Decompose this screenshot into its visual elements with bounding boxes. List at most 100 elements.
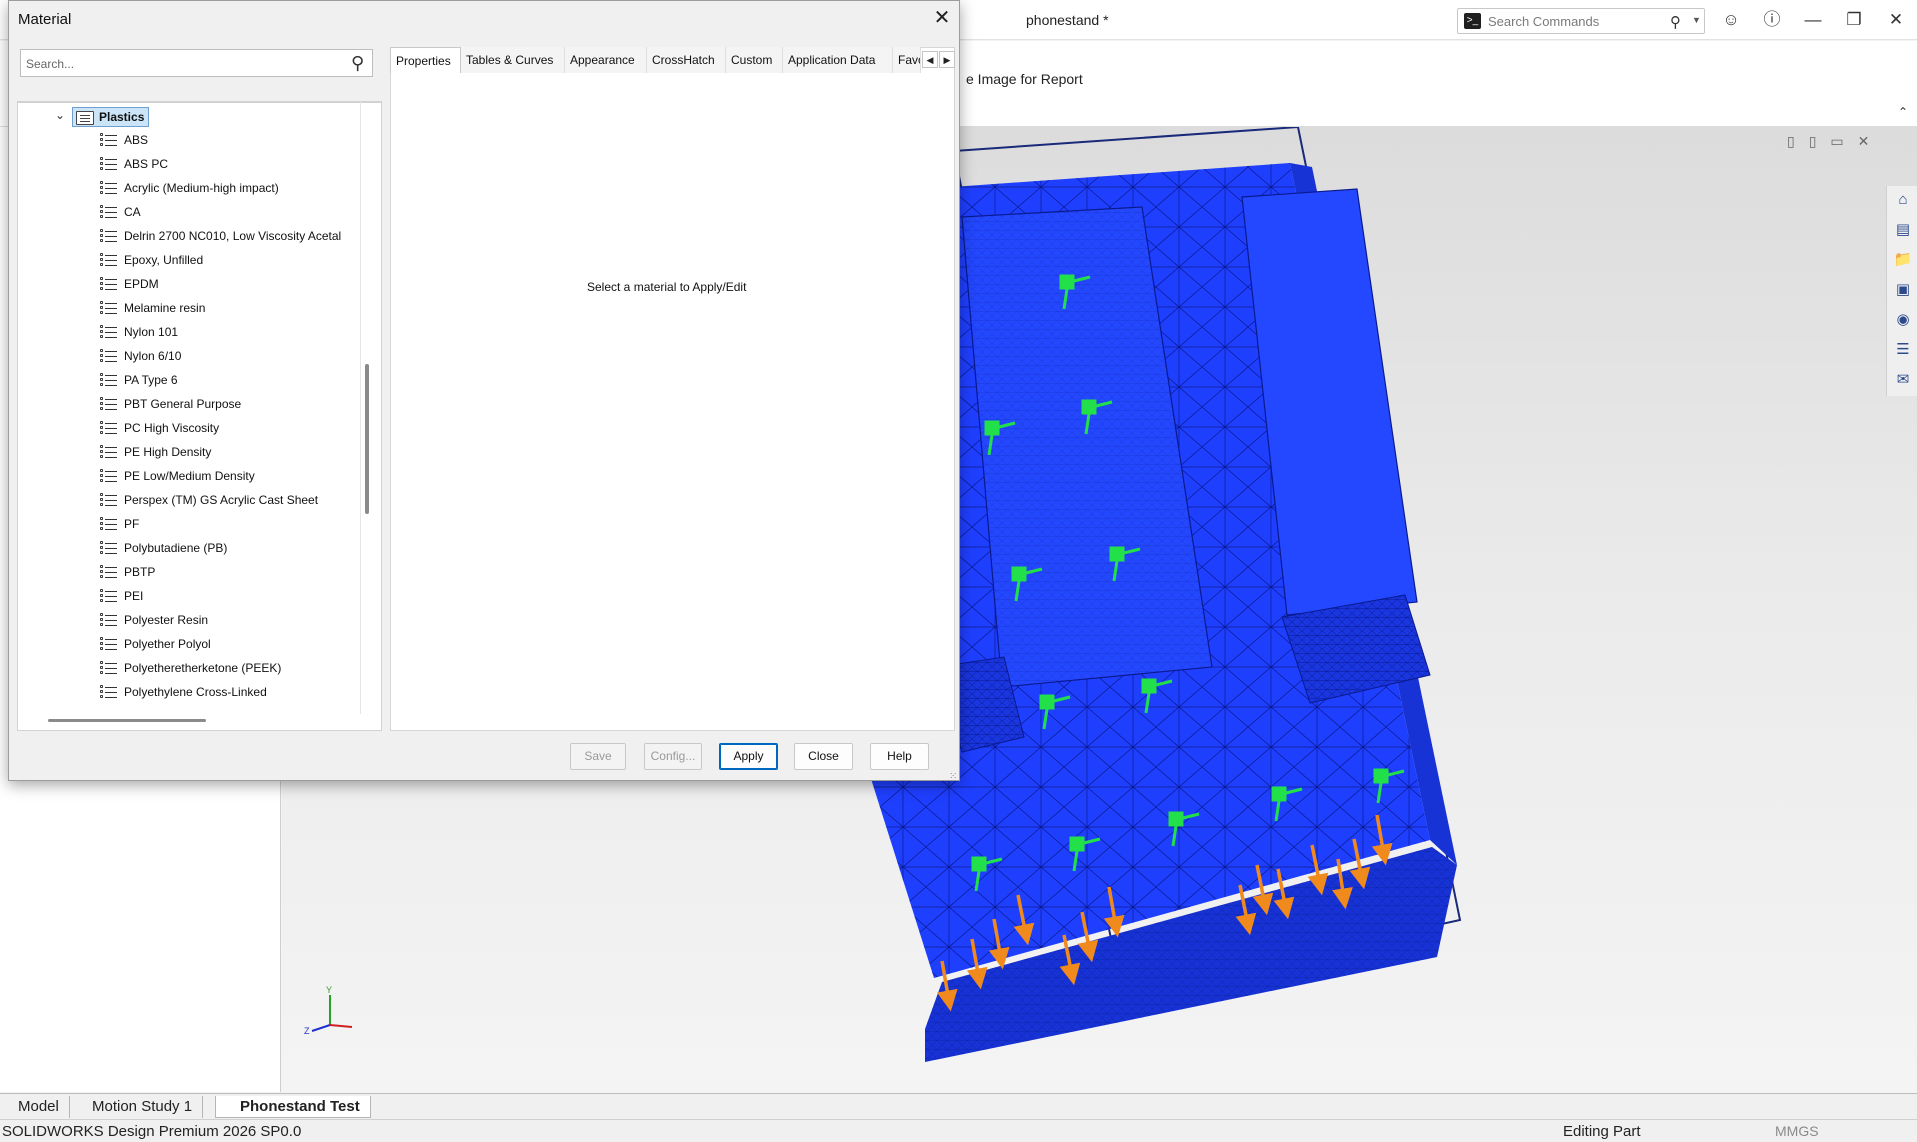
chevron-down-icon[interactable]: ▼ xyxy=(1692,15,1701,25)
custom-properties-icon[interactable]: ☰ xyxy=(1893,340,1913,360)
triad-y-label: Y xyxy=(326,985,332,995)
user-account-icon[interactable]: ☺ xyxy=(1720,9,1742,31)
material-name: PEI xyxy=(124,589,144,603)
tab-application-data[interactable]: Application Data xyxy=(783,47,893,73)
material-icon xyxy=(100,685,117,699)
tab-properties[interactable]: Properties xyxy=(390,47,461,73)
material-name: Polyester Resin xyxy=(124,613,209,627)
tab-scroll-right-icon[interactable]: ▶ xyxy=(939,51,955,68)
material-icon xyxy=(100,205,117,219)
material-name: Nylon 101 xyxy=(124,325,179,339)
material-icon xyxy=(100,373,117,387)
search-placeholder: Search... xyxy=(26,57,75,71)
properties-message: Select a material to Apply/Edit xyxy=(587,280,747,294)
document-title: phonestand * xyxy=(1026,12,1109,28)
close-icon[interactable]: ✕ xyxy=(931,7,953,29)
material-icon xyxy=(100,565,117,579)
task-pane-tabs: ⌂ ▤ 📁 ▣ ◉ ☰ ✉ xyxy=(1886,186,1917,396)
solidworks-window: phonestand * >_ Search Commands ⚲ ▼ ☺ ⓘ … xyxy=(0,0,1917,1142)
coordinate-triad: Y Z xyxy=(304,985,353,1036)
material-name: PA Type 6 xyxy=(124,373,178,387)
material-icon xyxy=(100,133,117,147)
close-button[interactable]: Close xyxy=(794,743,853,770)
material-name: Polyether Polyol xyxy=(124,637,211,651)
material-icon xyxy=(100,421,117,435)
chevron-down-icon[interactable]: ⌄ xyxy=(55,108,65,122)
triad-z-label: Z xyxy=(304,1026,310,1036)
resize-grip-icon[interactable]: ⁙ xyxy=(949,771,959,782)
material-name: Polybutadiene (PB) xyxy=(124,541,228,555)
material-icon xyxy=(100,445,117,459)
material-icon xyxy=(100,469,117,483)
material-name: Acrylic (Medium-high impact) xyxy=(124,181,279,195)
status-editing: Editing Part xyxy=(1563,1123,1641,1140)
material-icon xyxy=(100,541,117,555)
document-tabs: Model Motion Study 1 Phonestand Test xyxy=(0,1093,1917,1119)
home-icon[interactable]: ⌂ xyxy=(1893,190,1913,210)
material-name: PBTP xyxy=(124,565,156,579)
search-icon[interactable]: ⚲ xyxy=(1670,13,1681,31)
material-name: ABS PC xyxy=(124,157,169,171)
material-name: Polyethylene Cross-Linked xyxy=(124,685,267,699)
material-name: Melamine resin xyxy=(124,301,206,315)
search-icon[interactable]: ⚲ xyxy=(351,53,364,74)
forum-icon[interactable]: ✉ xyxy=(1893,370,1913,390)
viewport-window-controls[interactable]: ▯▯▭✕ xyxy=(1787,133,1883,150)
command-search-box[interactable]: >_ Search Commands ⚲ ▼ xyxy=(1457,8,1705,34)
material-search-input[interactable]: Search... ⚲ xyxy=(20,49,373,77)
tab-model[interactable]: Model xyxy=(8,1096,70,1118)
save-button[interactable]: Save xyxy=(570,743,626,770)
tab-phonestand-test[interactable]: Phonestand Test xyxy=(215,1096,371,1118)
ribbon-command-label[interactable]: e Image for Report xyxy=(966,71,1083,87)
config-button[interactable]: Config... xyxy=(644,743,702,770)
material-name: PE High Density xyxy=(124,445,212,459)
tab-motion-study[interactable]: Motion Study 1 xyxy=(82,1096,204,1118)
tree-horizontal-scrollbar[interactable] xyxy=(48,719,206,722)
material-name: ABS xyxy=(124,133,149,147)
file-explorer-icon[interactable]: 📁 xyxy=(1893,250,1913,270)
apply-button[interactable]: Apply xyxy=(719,743,778,770)
material-icon xyxy=(100,589,117,603)
appearances-icon[interactable]: ◉ xyxy=(1893,310,1913,330)
library-folder-icon xyxy=(76,111,94,125)
material-name: Epoxy, Unfilled xyxy=(124,253,204,267)
tree-vertical-scrollbar[interactable] xyxy=(365,364,369,514)
material-icon xyxy=(100,637,117,651)
status-bar: SOLIDWORKS Design Premium 2026 SP0.0 Edi… xyxy=(0,1119,1917,1142)
material-name: PF xyxy=(124,517,140,531)
material-name: Nylon 6/10 xyxy=(124,349,182,363)
tab-favorites[interactable]: Favo xyxy=(893,47,921,73)
material-icon xyxy=(100,229,117,243)
material-icon xyxy=(100,181,117,195)
material-dialog: Material ✕ Search... ⚲ ⌄ Plastics ABS ABS… xyxy=(8,0,960,782)
material-name: PC High Viscosity xyxy=(124,421,220,435)
material-icon xyxy=(100,157,117,171)
tab-tables-curves[interactable]: Tables & Curves xyxy=(461,47,565,73)
dialog-title: Material xyxy=(18,11,72,28)
help-icon[interactable]: ⓘ xyxy=(1761,9,1783,31)
material-name: Polyetheretherketone (PEEK) xyxy=(124,661,282,675)
chevron-up-icon[interactable]: ⌃ xyxy=(1898,105,1908,119)
tab-scroll-left-icon[interactable]: ◀ xyxy=(922,51,938,68)
material-name: PE Low/Medium Density xyxy=(124,469,255,483)
material-name: Perspex (TM) GS Acrylic Cast Sheet xyxy=(124,493,319,507)
design-library-icon[interactable]: ▤ xyxy=(1893,220,1913,240)
view-palette-icon[interactable]: ▣ xyxy=(1893,280,1913,300)
material-icon xyxy=(100,325,117,339)
minimize-icon[interactable]: — xyxy=(1802,9,1824,31)
material-tabs: Properties Tables & Curves Appearance Cr… xyxy=(390,47,955,73)
close-window-icon[interactable]: ✕ xyxy=(1885,9,1907,31)
material-icon xyxy=(100,253,117,267)
material-name: Delrin 2700 NC010, Low Viscosity Acetal xyxy=(124,229,342,243)
material-icon xyxy=(100,301,117,315)
material-icon xyxy=(100,493,117,507)
status-units[interactable]: MMGS xyxy=(1775,1123,1819,1139)
tab-custom[interactable]: Custom xyxy=(726,47,783,73)
tab-appearance[interactable]: Appearance xyxy=(565,47,647,73)
material-tree[interactable]: ⌄ Plastics ABS ABS PC Acrylic (Medium-high… xyxy=(17,101,382,731)
material-icon xyxy=(100,613,117,627)
restore-icon[interactable]: ❐ xyxy=(1843,9,1865,31)
material-name: CA xyxy=(124,205,141,219)
tab-crosshatch[interactable]: CrossHatch xyxy=(647,47,726,73)
help-button[interactable]: Help xyxy=(870,743,929,770)
